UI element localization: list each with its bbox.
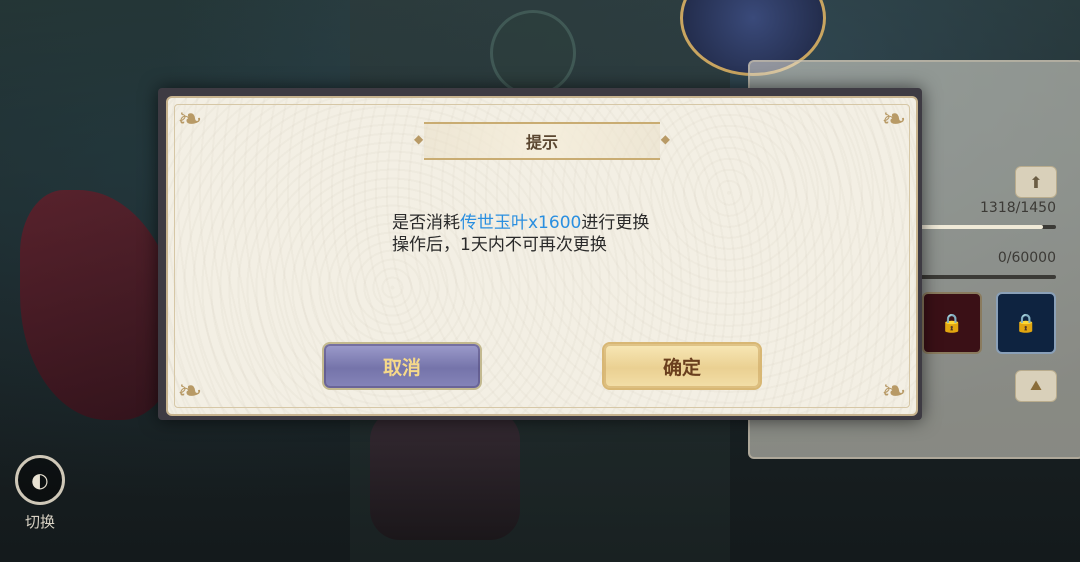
locked-slot-red[interactable]: 🔒: [922, 292, 982, 354]
dialog-message: 是否消耗传世玉叶x1600进行更换 操作后，1天内不可再次更换: [392, 212, 649, 256]
character-legs: [370, 410, 520, 540]
stat-bar-1: [910, 225, 1056, 229]
cancel-button[interactable]: 取消: [322, 342, 482, 390]
message-line-2: 操作后，1天内不可再次更换: [392, 235, 607, 255]
image-icon: ⛰: [1030, 378, 1042, 394]
locked-slot-blue[interactable]: 🔒: [996, 292, 1056, 354]
character-wing: [20, 190, 180, 420]
switch-icon: ◐: [15, 455, 65, 505]
lock-icon: 🔒: [940, 312, 964, 334]
stat-value-1: 1318/1450: [980, 200, 1056, 216]
upgrade-arrow-button[interactable]: ⬆: [1015, 166, 1057, 198]
corner-ornament-icon: ❧: [881, 374, 907, 409]
message-suffix: 进行更换: [581, 213, 650, 233]
item-cost-highlight: 传世玉叶x1600: [460, 213, 582, 233]
stat-value-2: 0/60000: [997, 250, 1056, 266]
corner-ornament-icon: ❧: [881, 102, 907, 137]
confirm-dialog: ❧ ❧ ❧ ❧ ◆ 提示 ◆ 是否消耗传世玉叶x1600进行更换 操作后，1天内…: [166, 96, 918, 416]
confirm-button[interactable]: 确定: [602, 342, 762, 390]
message-line-1: 是否消耗传世玉叶x1600进行更换: [392, 212, 649, 234]
stat-bar-2: [910, 275, 1056, 279]
dialog-title: 提示: [525, 133, 558, 152]
corner-ornament-icon: ❧: [177, 374, 203, 409]
corner-ornament-icon: ❧: [177, 102, 203, 137]
arrow-up-icon: ⬆: [1029, 172, 1043, 192]
message-prefix: 是否消耗: [392, 213, 460, 233]
lock-icon: 🔒: [1014, 312, 1038, 334]
dialog-title-plate: ◆ 提示 ◆: [414, 122, 670, 160]
switch-button[interactable]: ◐ 切换: [10, 455, 70, 532]
background-clock: [490, 10, 576, 96]
title-ornament-icon: ◆: [414, 132, 424, 146]
stat-bar-1-fill: [910, 225, 1043, 229]
title-ornament-icon: ◆: [660, 132, 670, 146]
switch-label: 切换: [24, 513, 55, 531]
image-button[interactable]: ⛰: [1015, 370, 1057, 402]
